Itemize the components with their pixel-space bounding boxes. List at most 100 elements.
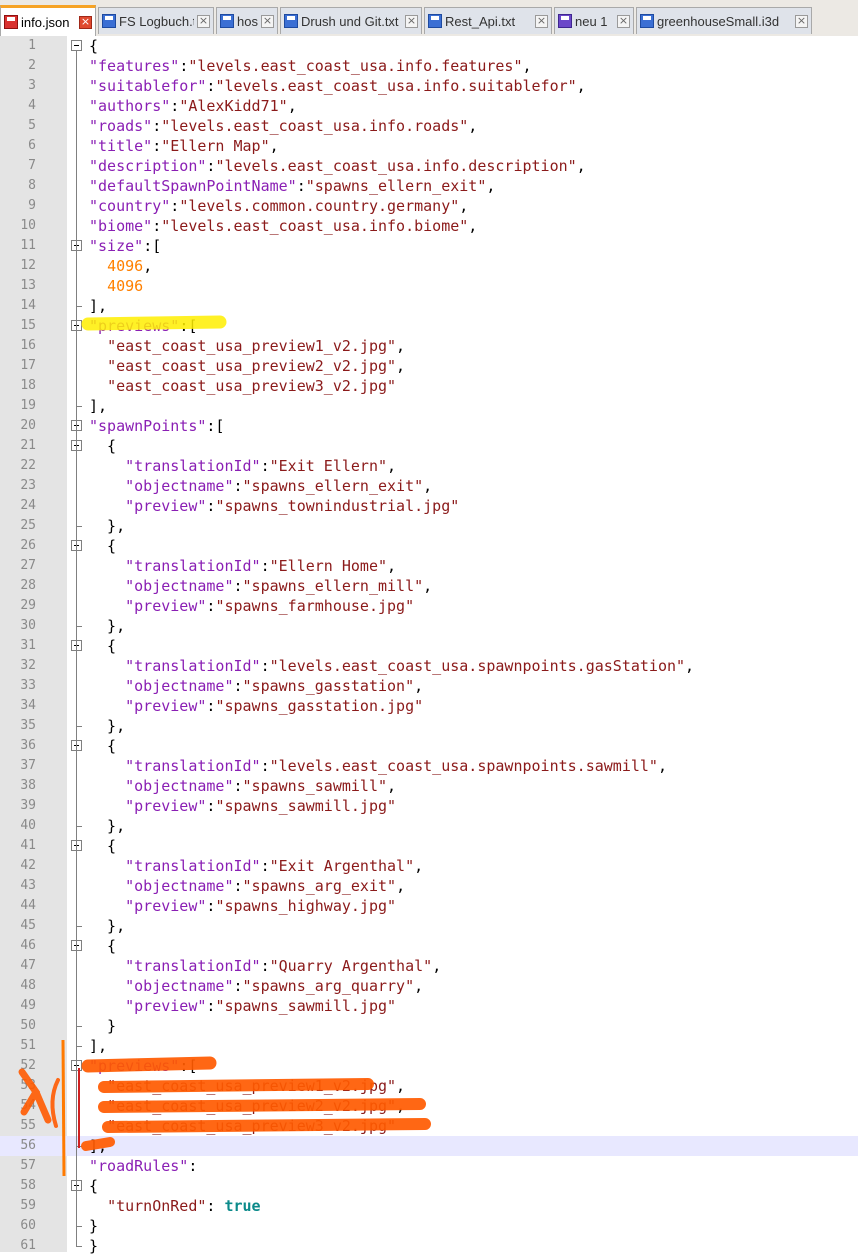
- code-line[interactable]: 36 {: [0, 736, 858, 756]
- code-line[interactable]: 31 {: [0, 636, 858, 656]
- code-line[interactable]: 3 "suitablefor":"levels.east_coast_usa.in…: [0, 76, 858, 96]
- code-text: "east_coast_usa_preview3_v2.jpg": [89, 376, 396, 396]
- code-line[interactable]: 18 "east_coast_usa_preview3_v2.jpg": [0, 376, 858, 396]
- line-number: 19: [20, 398, 36, 413]
- code-line[interactable]: 7 "description":"levels.east_coast_usa.in…: [0, 156, 858, 176]
- close-tab-icon[interactable]: ×: [617, 14, 630, 28]
- code-line[interactable]: 48 "objectname":"spawns_arg_quarry",: [0, 976, 858, 996]
- code-text: },: [89, 916, 125, 936]
- close-tab-icon[interactable]: ×: [79, 15, 92, 29]
- code-line[interactable]: 4 "authors":"AlexKidd71",: [0, 96, 858, 116]
- code-line[interactable]: 50 }: [0, 1016, 858, 1036]
- code-line[interactable]: 15 "previews":[: [0, 316, 858, 336]
- code-line[interactable]: 41 {: [0, 836, 858, 856]
- code-line[interactable]: 61}: [0, 1236, 858, 1256]
- code-line[interactable]: 30 },: [0, 616, 858, 636]
- code-line[interactable]: 10 "biome":"levels.east_coast_usa.info.bi…: [0, 216, 858, 236]
- code-line[interactable]: 24 "preview":"spawns_townindustrial.jpg": [0, 496, 858, 516]
- code-token: :: [260, 457, 270, 475]
- code-token: "translationId": [125, 457, 261, 475]
- code-line[interactable]: 39 "preview":"spawns_sawmill.jpg": [0, 796, 858, 816]
- code-token: ,: [387, 457, 397, 475]
- line-number: 2: [28, 58, 36, 73]
- code-line[interactable]: 57 "roadRules":: [0, 1156, 858, 1176]
- code-line[interactable]: 19],: [0, 396, 858, 416]
- code-line[interactable]: 29 "preview":"spawns_farmhouse.jpg": [0, 596, 858, 616]
- close-tab-icon[interactable]: ×: [405, 14, 418, 28]
- tab-rest-api-txt[interactable]: Rest_Api.txt ×: [424, 7, 552, 34]
- code-line[interactable]: 16 "east_coast_usa_preview1_v2.jpg",: [0, 336, 858, 356]
- close-tab-icon[interactable]: ×: [795, 14, 808, 28]
- code-line[interactable]: 35 },: [0, 716, 858, 736]
- tab-label: hosts: [237, 13, 258, 29]
- code-line[interactable]: 58 {: [0, 1176, 858, 1196]
- code-line[interactable]: 22 "translationId":"Exit Ellern",: [0, 456, 858, 476]
- code-line[interactable]: 46 {: [0, 936, 858, 956]
- code-line[interactable]: 2 "features":"levels.east_coast_usa.info.…: [0, 56, 858, 76]
- fold-toggle-icon[interactable]: [71, 40, 82, 51]
- code-line[interactable]: 8 "defaultSpawnPointName":"spawns_ellern_…: [0, 176, 858, 196]
- code-line[interactable]: 43 "objectname":"spawns_arg_exit",: [0, 876, 858, 896]
- code-line[interactable]: 49 "preview":"spawns_sawmill.jpg": [0, 996, 858, 1016]
- code-token: :: [260, 757, 270, 775]
- code-line[interactable]: 54 "east_coast_usa_preview2_v2.jpg",: [0, 1096, 858, 1116]
- code-line[interactable]: 59 "turnOnRed": true: [0, 1196, 858, 1216]
- code-token: ],: [89, 397, 108, 415]
- code-line[interactable]: 33 "objectname":"spawns_gasstation",: [0, 676, 858, 696]
- tab-fs-logbuch-txt[interactable]: FS Logbuch.txt×: [98, 7, 214, 34]
- code-line[interactable]: 37 "translationId":"levels.east_coast_us…: [0, 756, 858, 776]
- code-line[interactable]: 21 {: [0, 436, 858, 456]
- tab-drush-und-git-txt[interactable]: Drush und Git.txt ×: [280, 7, 422, 34]
- close-tab-icon[interactable]: ×: [535, 14, 548, 28]
- line-number: 17: [20, 358, 36, 373]
- code-line[interactable]: 26 {: [0, 536, 858, 556]
- code-editor[interactable]: 1{2 "features":"levels.east_coast_usa.inf…: [0, 36, 858, 1255]
- code-text: ],: [89, 296, 107, 316]
- saved-file-icon: [220, 14, 234, 28]
- close-tab-icon[interactable]: ×: [197, 14, 210, 28]
- code-token: :: [233, 777, 243, 795]
- close-tab-icon[interactable]: ×: [261, 14, 274, 28]
- code-line[interactable]: 34 "preview":"spawns_gasstation.jpg": [0, 696, 858, 716]
- tab-hosts[interactable]: hosts×: [216, 7, 278, 34]
- code-line[interactable]: 13 4096: [0, 276, 858, 296]
- code-line[interactable]: 55 "east_coast_usa_preview3_v2.jpg": [0, 1116, 858, 1136]
- code-token: },: [89, 617, 126, 635]
- line-number: 46: [20, 938, 36, 953]
- code-line[interactable]: 47 "translationId":"Quarry Argenthal",: [0, 956, 858, 976]
- code-line[interactable]: 6 "title":"Ellern Map",: [0, 136, 858, 156]
- code-line[interactable]: 51],: [0, 1036, 858, 1056]
- code-line[interactable]: 40 },: [0, 816, 858, 836]
- code-line[interactable]: 27 "translationId":"Ellern Home",: [0, 556, 858, 576]
- code-line[interactable]: 52 "previews":[: [0, 1056, 858, 1076]
- code-line[interactable]: 9 "country":"levels.common.country.german…: [0, 196, 858, 216]
- code-token: ,: [396, 337, 406, 355]
- code-token: "defaultSpawnPointName": [89, 177, 297, 195]
- code-line[interactable]: 56],: [0, 1136, 858, 1156]
- code-line[interactable]: 25 },: [0, 516, 858, 536]
- code-line[interactable]: 53 "east_coast_usa_preview1_v2.jpg",: [0, 1076, 858, 1096]
- tab-greenhousesmall-i3d[interactable]: greenhouseSmall.i3d ×: [636, 7, 812, 34]
- code-line[interactable]: 45 },: [0, 916, 858, 936]
- code-line[interactable]: 42 "translationId":"Exit Argenthal",: [0, 856, 858, 876]
- code-line[interactable]: 60}: [0, 1216, 858, 1236]
- tab-neu-1[interactable]: neu 1 ×: [554, 7, 634, 34]
- tab-info-json[interactable]: info.json ×: [0, 5, 96, 36]
- code-line[interactable]: 12 4096,: [0, 256, 858, 276]
- code-line[interactable]: 17 "east_coast_usa_preview2_v2.jpg",: [0, 356, 858, 376]
- code-line[interactable]: 11 "size":[: [0, 236, 858, 256]
- code-line[interactable]: 1{: [0, 36, 858, 56]
- line-number: 32: [20, 658, 36, 673]
- code-line[interactable]: 28 "objectname":"spawns_ellern_mill",: [0, 576, 858, 596]
- code-line[interactable]: 14],: [0, 296, 858, 316]
- code-line[interactable]: 20 "spawnPoints":[: [0, 416, 858, 436]
- code-line[interactable]: 32 "translationId":"levels.east_coast_us…: [0, 656, 858, 676]
- code-text: "east_coast_usa_preview1_v2.jpg",: [89, 336, 405, 356]
- code-line[interactable]: 23 "objectname":"spawns_ellern_exit",: [0, 476, 858, 496]
- code-line[interactable]: 5 "roads":"levels.east_coast_usa.info.roa…: [0, 116, 858, 136]
- code-text: }: [89, 1236, 98, 1256]
- line-number: 27: [20, 558, 36, 573]
- code-line[interactable]: 44 "preview":"spawns_highway.jpg": [0, 896, 858, 916]
- code-line[interactable]: 38 "objectname":"spawns_sawmill",: [0, 776, 858, 796]
